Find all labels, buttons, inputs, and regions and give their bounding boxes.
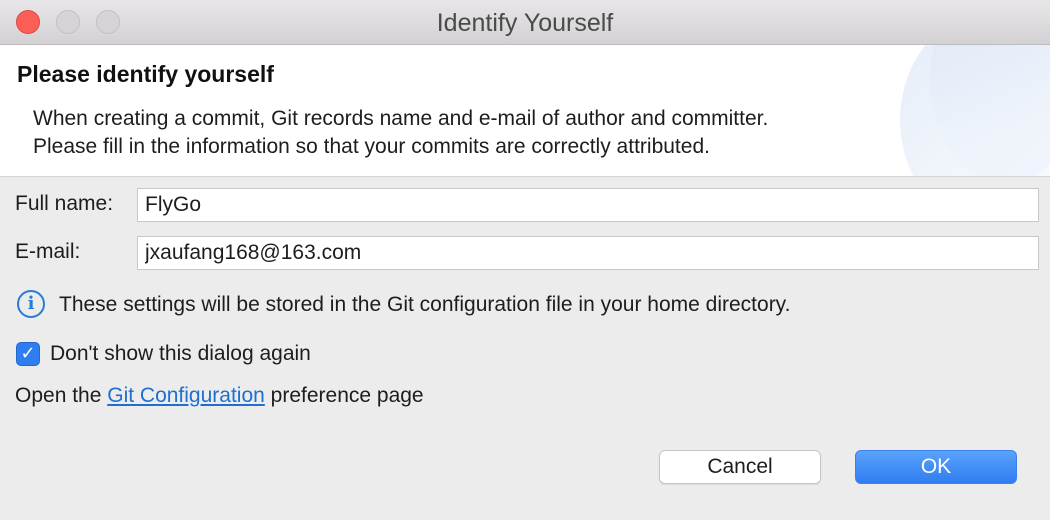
email-input[interactable] [137,236,1039,270]
info-icon: i [17,290,45,318]
dialog-header: Please identify yourself When creating a… [0,45,1050,177]
ok-button[interactable]: OK [855,450,1017,484]
header-description: When creating a commit, Git records name… [33,105,768,161]
title-bar: Identify Yourself [0,0,1050,45]
header-title: Please identify yourself [17,61,274,87]
full-name-input[interactable] [137,188,1039,222]
info-message: These settings will be stored in the Git… [59,293,791,316]
identify-dialog: Identify Yourself Please identify yourse… [0,0,1050,520]
full-name-label: Full name: [15,192,114,215]
dont-show-again-checkbox[interactable]: ✓ [16,342,40,366]
email-label: E-mail: [15,240,81,263]
preference-prefix: Open the [15,384,108,407]
preference-line: Open the Git Configuration preference pa… [15,384,424,408]
header-description-line-1: When creating a commit, Git records name… [33,107,769,130]
header-description-line-2: Please fill in the information so that y… [33,135,710,158]
dont-show-again-label[interactable]: Don't show this dialog again [50,342,311,366]
preference-suffix: preference page [264,384,424,407]
git-configuration-link[interactable]: Git Configuration [107,384,265,407]
cancel-button[interactable]: Cancel [659,450,821,484]
window-title: Identify Yourself [436,9,614,37]
